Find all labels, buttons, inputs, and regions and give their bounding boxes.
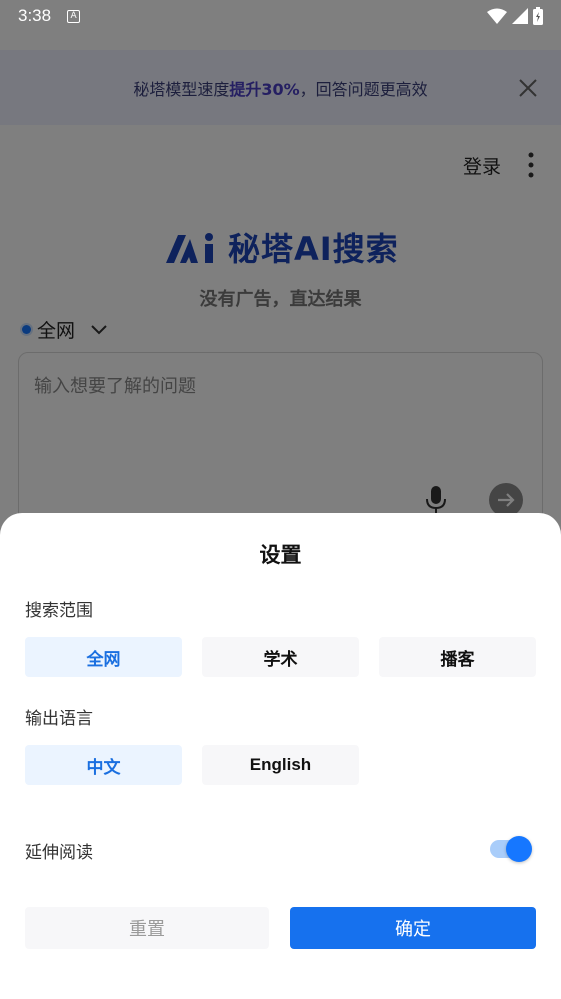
extended-reading-label: 延伸阅读 [25, 843, 93, 863]
signal-icon [512, 8, 528, 24]
settings-sheet: 设置 搜索范围 全网 学术 播客 输出语言 中文 English 延伸阅读 重置… [0, 513, 561, 999]
notification-icon: A [67, 9, 81, 23]
sheet-title: 设置 [259, 543, 302, 567]
scope-option-academic[interactable]: 学术 [202, 637, 359, 677]
wifi-icon [487, 8, 507, 24]
status-time: 3:38 [18, 6, 52, 25]
battery-icon [533, 7, 543, 25]
extended-reading-toggle[interactable] [490, 836, 532, 862]
search-scope-label: 搜索范围 [25, 601, 93, 621]
reset-button[interactable]: 重置 [25, 907, 269, 949]
scope-option-podcast[interactable]: 播客 [379, 637, 536, 677]
confirm-button[interactable]: 确定 [290, 907, 536, 949]
toggle-knob [506, 836, 532, 862]
output-language-label: 输出语言 [25, 709, 93, 729]
language-option-chinese[interactable]: 中文 [25, 745, 182, 785]
status-bar: 3:38 A [0, 0, 561, 32]
language-option-english[interactable]: English [202, 745, 359, 785]
scope-option-web[interactable]: 全网 [25, 637, 182, 677]
